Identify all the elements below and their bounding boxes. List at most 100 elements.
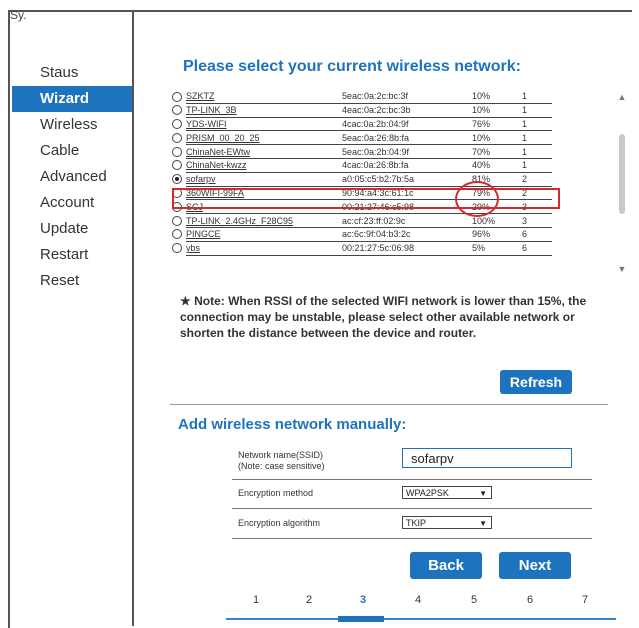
sidebar-item-account[interactable]: Account bbox=[12, 190, 132, 216]
step-2[interactable]: 2 bbox=[299, 594, 319, 606]
scroll-down-arrow-icon[interactable]: ▼ bbox=[616, 264, 628, 274]
network-list-scrollbar[interactable]: ▲ ▼ bbox=[616, 92, 628, 274]
sidebar-item-wireless[interactable]: Wireless bbox=[12, 112, 132, 138]
network-ssid[interactable]: TP-LINK_3B bbox=[186, 103, 336, 118]
network-signal: 10% bbox=[466, 130, 516, 146]
ssid-label: Network name(SSID) (Note: case sensitive… bbox=[238, 450, 325, 472]
refresh-button[interactable]: Refresh bbox=[500, 370, 572, 394]
radio-button[interactable] bbox=[172, 229, 182, 240]
radio-button[interactable] bbox=[172, 118, 182, 129]
network-row[interactable]: YDS-WIFI 4cac:0a:2b:04:9f 76% 1 bbox=[172, 117, 552, 132]
network-channel: 1 bbox=[516, 103, 552, 118]
network-radio-cell[interactable] bbox=[172, 145, 186, 159]
step-1[interactable]: 1 bbox=[246, 594, 266, 606]
page-title: Please select your current wireless netw… bbox=[183, 58, 521, 75]
encryption-method-select[interactable]: WPA2PSK ▼ bbox=[402, 486, 492, 499]
network-ssid[interactable]: TP-LINK_2.4GHz_F28C95 bbox=[186, 213, 336, 228]
scroll-up-arrow-icon[interactable]: ▲ bbox=[616, 92, 628, 102]
network-mac: 5eac:0a:26:8b:fa bbox=[336, 130, 466, 146]
ssid-input[interactable]: sofarpv bbox=[402, 448, 572, 468]
wizard-steps: 1 2 3 4 5 6 7 bbox=[226, 590, 616, 626]
encryption-method-label: Encryption method bbox=[238, 488, 314, 498]
network-radio-cell[interactable] bbox=[172, 131, 186, 145]
back-button[interactable]: Back bbox=[410, 552, 482, 579]
sidebar-item-cable[interactable]: Cable bbox=[12, 138, 132, 164]
network-row[interactable]: ChinaNet-kwzz 4cac:0a:26:8b:fa 40% 1 bbox=[172, 158, 552, 173]
network-mac: a0:05:c5:b2:7b:5a bbox=[336, 172, 466, 187]
radio-button[interactable] bbox=[172, 243, 182, 254]
row-divider bbox=[232, 538, 592, 539]
ssid-row: Network name(SSID) (Note: case sensitive… bbox=[232, 442, 592, 480]
sidebar-item-reset[interactable]: Reset bbox=[12, 268, 132, 294]
steps-track bbox=[226, 618, 616, 620]
encryption-algorithm-select[interactable]: TKIP ▼ bbox=[402, 516, 492, 529]
radio-button[interactable] bbox=[172, 91, 182, 102]
ssid-label-line1: Network name(SSID) bbox=[238, 450, 324, 460]
network-mac: 00:21:27:5c:06:98 bbox=[336, 241, 466, 256]
network-row[interactable]: sofarpv a0:05:c5:b2:7b:5a 81% 2 bbox=[172, 172, 552, 187]
network-row[interactable]: ChinaNet-EWtw 5eac:0a:2b:04:9f 70% 1 bbox=[172, 144, 552, 159]
sidebar-item-wizard[interactable]: Wizard bbox=[12, 86, 132, 112]
sidebar-divider bbox=[132, 10, 134, 626]
step-4[interactable]: 4 bbox=[408, 594, 428, 606]
step-6[interactable]: 6 bbox=[520, 594, 540, 606]
network-channel: 3 bbox=[516, 213, 552, 228]
radio-button[interactable] bbox=[172, 146, 182, 157]
network-channel: 1 bbox=[516, 144, 552, 159]
section-divider bbox=[170, 404, 608, 405]
network-ssid[interactable]: ChinaNet-kwzz bbox=[186, 158, 336, 173]
sidebar-item-restart[interactable]: Restart bbox=[12, 242, 132, 268]
network-ssid[interactable]: PINGCE bbox=[186, 227, 336, 242]
radio-button[interactable] bbox=[172, 215, 182, 226]
radio-button[interactable] bbox=[172, 132, 182, 143]
network-ssid[interactable]: YDS-WIFI bbox=[186, 117, 336, 132]
rssi-note: ★ Note: When RSSI of the selected WIFI n… bbox=[180, 294, 587, 340]
network-signal: 40% bbox=[466, 158, 516, 173]
network-signal: 10% bbox=[466, 90, 516, 104]
sidebar-item-advanced[interactable]: Advanced bbox=[12, 164, 132, 190]
network-radio-cell[interactable] bbox=[172, 227, 186, 241]
encryption-method-value: WPA2PSK bbox=[406, 488, 449, 498]
network-row[interactable]: PINGCE ac:6c:9f:04:b3:2c 96% 6 bbox=[172, 227, 552, 242]
network-ssid[interactable]: PRISM_00_20_25 bbox=[186, 130, 336, 146]
network-row[interactable]: TP-LINK_3B 4eac:0a:2c:bc:3b 10% 1 bbox=[172, 103, 552, 118]
network-row[interactable]: TP-LINK_2.4GHz_F28C95 ac:cf:23:ff:02:9c 10… bbox=[172, 213, 552, 228]
network-channel: 2 bbox=[516, 172, 552, 187]
corner-text: Sy. bbox=[10, 8, 27, 22]
network-row[interactable]: SZKTZ 5eac:0a:2c:bc:3f 10% 1 bbox=[172, 90, 552, 104]
step-5[interactable]: 5 bbox=[464, 594, 484, 606]
sidebar-item-update[interactable]: Update bbox=[12, 216, 132, 242]
network-radio-cell[interactable] bbox=[172, 90, 186, 103]
network-radio-cell[interactable] bbox=[172, 158, 186, 172]
sidebar-item-status[interactable]: Staus bbox=[12, 60, 132, 86]
network-ssid[interactable]: SZKTZ bbox=[186, 90, 336, 104]
network-ssid[interactable]: sofarpv bbox=[186, 172, 336, 187]
network-signal: 76% bbox=[466, 117, 516, 132]
next-button[interactable]: Next bbox=[499, 552, 571, 579]
network-row[interactable]: ybs 00:21:27:5c:06:98 5% 6 bbox=[172, 241, 552, 256]
network-ssid[interactable]: ChinaNet-EWtw bbox=[186, 144, 336, 159]
scrollbar-thumb[interactable] bbox=[619, 134, 625, 214]
network-radio-cell[interactable] bbox=[172, 172, 186, 186]
encryption-algorithm-row: Encryption algorithm TKIP ▼ bbox=[232, 514, 592, 542]
step-7[interactable]: 7 bbox=[575, 594, 595, 606]
radio-button[interactable] bbox=[172, 160, 182, 171]
network-radio-cell[interactable] bbox=[172, 117, 186, 131]
network-radio-cell[interactable] bbox=[172, 241, 186, 255]
network-radio-cell[interactable] bbox=[172, 103, 186, 117]
radio-button[interactable] bbox=[172, 174, 182, 185]
network-mac: 4eac:0a:2c:bc:3b bbox=[336, 103, 466, 118]
network-ssid[interactable]: ybs bbox=[186, 241, 336, 256]
network-row[interactable]: PRISM_00_20_25 5eac:0a:26:8b:fa 10% 1 bbox=[172, 130, 552, 146]
network-channel: 6 bbox=[516, 241, 552, 256]
radio-button[interactable] bbox=[172, 105, 182, 116]
network-signal: 5% bbox=[466, 241, 516, 256]
network-channel: 1 bbox=[516, 90, 552, 104]
row-divider bbox=[232, 479, 592, 480]
network-channel: 1 bbox=[516, 117, 552, 132]
network-mac: 4cac:0a:26:8b:fa bbox=[336, 158, 466, 173]
network-radio-cell[interactable] bbox=[172, 214, 186, 228]
step-3[interactable]: 3 bbox=[353, 594, 373, 606]
network-channel: 1 bbox=[516, 158, 552, 173]
signal-highlight-circle bbox=[455, 181, 499, 217]
